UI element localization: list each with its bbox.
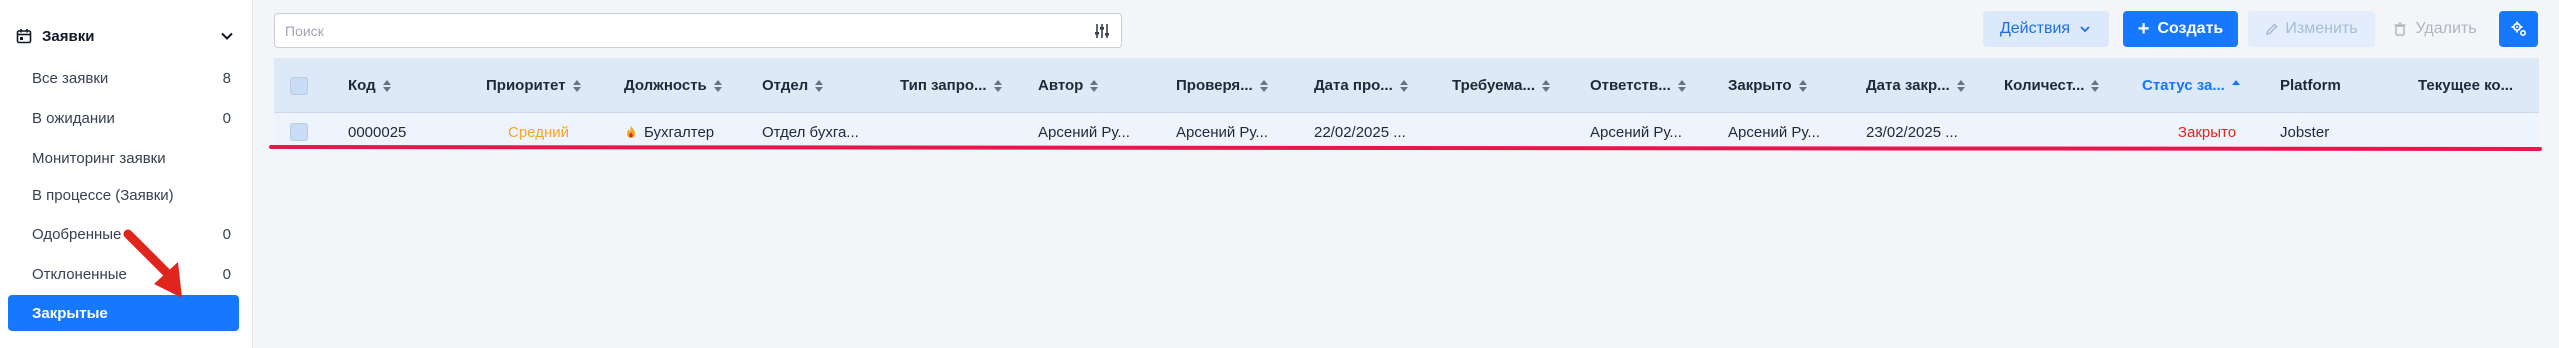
sidebar-item-label: Все заявки bbox=[32, 69, 109, 87]
sort-icon bbox=[993, 79, 1002, 92]
chevron-down-icon[interactable] bbox=[218, 27, 236, 45]
search-box bbox=[274, 13, 1122, 48]
sort-icon bbox=[815, 79, 824, 92]
sort-icon bbox=[1259, 79, 1268, 92]
cell-responsible: Арсений Ру... bbox=[1590, 123, 1682, 141]
cell-priority: Средний bbox=[508, 123, 569, 141]
cell-code: 0000025 bbox=[348, 123, 407, 141]
column-header-status[interactable]: Статус за... bbox=[2142, 58, 2240, 113]
sort-icon bbox=[1798, 79, 1807, 92]
sidebar-item-label: В ожидании bbox=[32, 109, 115, 127]
table-row[interactable]: 0000025 Средний Бухгалтер Отдел бухга...… bbox=[274, 113, 2539, 151]
sidebar-item-approved[interactable]: Одобренные 0 bbox=[8, 216, 239, 252]
table-header: Код Приоритет Должность Отдел Тип запро.… bbox=[274, 58, 2539, 113]
sidebar-item-count: 0 bbox=[222, 109, 231, 127]
plus-icon: + bbox=[2137, 17, 2150, 40]
gear-icon bbox=[2511, 21, 2526, 37]
cell-closed-by: Арсений Ру... bbox=[1728, 123, 1820, 141]
actions-dropdown-button[interactable]: Действия bbox=[1983, 11, 2109, 47]
select-all-checkbox[interactable] bbox=[290, 58, 308, 113]
delete-button[interactable]: Удалить bbox=[2385, 11, 2485, 47]
cell-current bbox=[2418, 113, 2538, 151]
trash-icon bbox=[2394, 22, 2406, 36]
column-header-code[interactable]: Код bbox=[348, 58, 391, 113]
sidebar-item-all-requests[interactable]: Все заявки 8 bbox=[8, 60, 239, 96]
app-window: Заявки Все заявки 8 В ожидании 0 Монитор… bbox=[0, 0, 2559, 348]
requests-table: Код Приоритет Должность Отдел Тип запро.… bbox=[274, 58, 2539, 151]
sidebar-item-label: Закрытые bbox=[32, 304, 108, 322]
sidebar-item-monitoring[interactable]: Мониторинг заявки bbox=[8, 140, 239, 176]
cell-checker: Арсений Ру... bbox=[1176, 123, 1268, 141]
sort-icon bbox=[713, 79, 722, 92]
column-header-closed-by[interactable]: Закрыто bbox=[1728, 58, 1807, 113]
sidebar-item-pending[interactable]: В ожидании 0 bbox=[8, 100, 239, 136]
pencil-icon bbox=[2266, 23, 2278, 35]
settings-button[interactable] bbox=[2499, 11, 2538, 47]
delete-label: Удалить bbox=[2415, 20, 2477, 37]
sort-icon bbox=[572, 79, 581, 92]
cell-position: Бухгалтер bbox=[624, 113, 754, 151]
column-header-position[interactable]: Должность bbox=[624, 58, 722, 113]
row-checkbox[interactable] bbox=[290, 113, 308, 151]
sidebar-item-label: В процессе (Заявки) bbox=[32, 186, 174, 204]
cell-date-pro: 22/02/2025 ... bbox=[1314, 123, 1406, 141]
sidebar-item-label: Отклоненные bbox=[32, 265, 127, 283]
sort-icon bbox=[1542, 79, 1550, 92]
cell-author: Арсений Ру... bbox=[1038, 123, 1130, 141]
filter-sliders-icon[interactable] bbox=[1093, 22, 1111, 40]
sort-icon bbox=[2091, 79, 2100, 92]
fire-icon bbox=[627, 126, 635, 138]
sort-icon bbox=[1677, 79, 1686, 92]
sidebar-item-in-progress[interactable]: В процессе (Заявки) bbox=[8, 177, 239, 213]
create-button[interactable]: + Создать bbox=[2123, 11, 2238, 47]
sort-ascending-icon bbox=[2231, 79, 2240, 85]
sidebar-item-label: Мониторинг заявки bbox=[32, 149, 166, 167]
chevron-down-icon bbox=[2080, 26, 2090, 33]
calendar-icon bbox=[16, 29, 32, 44]
column-header-responsible[interactable]: Ответств... bbox=[1590, 58, 1686, 113]
column-header-date-pro[interactable]: Дата про... bbox=[1314, 58, 1408, 113]
cell-required bbox=[1452, 113, 1582, 151]
cell-quantity bbox=[2004, 113, 2134, 151]
edit-button[interactable]: Изменить bbox=[2248, 11, 2375, 47]
column-header-date-closed[interactable]: Дата закр... bbox=[1866, 58, 1965, 113]
sidebar-item-count: 0 bbox=[222, 225, 231, 243]
main-content: Действия + Создать Изменить Удалить bbox=[253, 0, 2559, 348]
column-header-current[interactable]: Текущее ко... bbox=[2418, 58, 2513, 113]
sidebar-section-title: Заявки bbox=[42, 27, 95, 45]
cell-date-closed: 23/02/2025 ... bbox=[1866, 123, 1958, 141]
cell-request-type bbox=[900, 113, 1030, 151]
column-header-request-type[interactable]: Тип запро... bbox=[900, 58, 1002, 113]
sidebar-item-count: 0 bbox=[222, 265, 231, 283]
sidebar-item-closed[interactable]: Закрытые bbox=[8, 295, 239, 331]
cell-status: Закрыто bbox=[2177, 123, 2237, 141]
search-input[interactable] bbox=[285, 20, 1045, 42]
cell-department: Отдел бухга... bbox=[762, 123, 859, 141]
sort-icon bbox=[1399, 79, 1408, 92]
column-header-platform[interactable]: Platform bbox=[2280, 58, 2341, 113]
sidebar-item-count: 8 bbox=[222, 69, 231, 87]
sort-icon bbox=[1956, 79, 1965, 92]
cell-platform: Jobster bbox=[2280, 123, 2330, 141]
sidebar-item-label: Одобренные bbox=[32, 225, 122, 243]
actions-label: Действия bbox=[1999, 20, 2071, 37]
column-header-priority[interactable]: Приоритет bbox=[486, 58, 581, 113]
sort-icon bbox=[382, 79, 391, 92]
column-header-author[interactable]: Автор bbox=[1038, 58, 1099, 113]
column-header-required[interactable]: Требуема... bbox=[1452, 58, 1550, 113]
sort-icon bbox=[1090, 79, 1099, 92]
sidebar-item-rejected[interactable]: Отклоненные 0 bbox=[8, 256, 239, 292]
sidebar: Заявки Все заявки 8 В ожидании 0 Монитор… bbox=[0, 0, 253, 348]
create-label: Создать bbox=[2157, 20, 2224, 37]
edit-label: Изменить bbox=[2285, 20, 2358, 37]
sidebar-section-header[interactable]: Заявки bbox=[16, 24, 236, 48]
column-header-checker[interactable]: Проверя... bbox=[1176, 58, 1268, 113]
column-header-quantity[interactable]: Количест... bbox=[2004, 58, 2100, 113]
column-header-department[interactable]: Отдел bbox=[762, 58, 824, 113]
